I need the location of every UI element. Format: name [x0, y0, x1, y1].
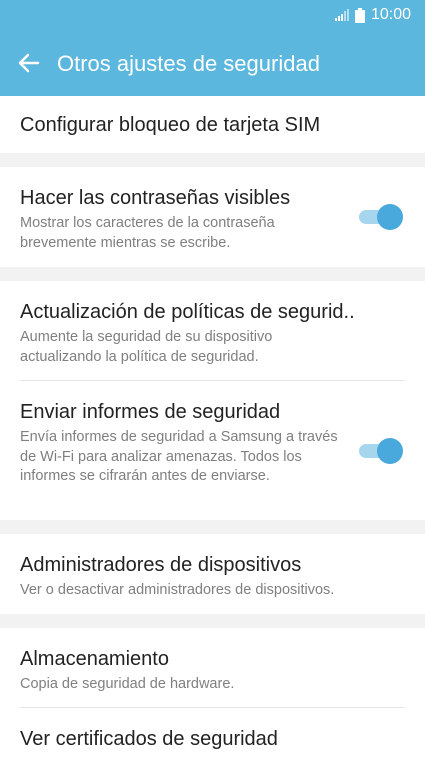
item-title: Hacer las contraseñas visibles	[20, 187, 291, 209]
item-title: Enviar informes de seguridad	[20, 401, 281, 423]
item-title: Actualización de políticas de segurid..	[20, 301, 355, 323]
section-device-admins: Administradores de dispositivos Ver o de…	[0, 534, 425, 614]
item-subtitle: Aumente la seguridad de su dispositivo a…	[20, 329, 273, 365]
item-storage[interactable]: Almacenamiento Copia de seguridad de har…	[0, 628, 425, 707]
status-bar: 10:00	[0, 0, 425, 30]
security-reports-toggle[interactable]	[359, 437, 403, 464]
item-subtitle: Copia de seguridad de hardware.	[20, 676, 235, 692]
status-icons: 10:00	[334, 6, 411, 24]
item-subtitle: Envía informes de seguridad a Samsung a …	[20, 429, 338, 484]
item-subtitle: Ver o desactivar administradores de disp…	[20, 582, 335, 598]
settings-list: Configurar bloqueo de tarjeta SIM Hacer …	[0, 96, 425, 768]
section-sim-lock: Configurar bloqueo de tarjeta SIM	[0, 96, 425, 153]
item-security-certificates[interactable]: Ver certificados de seguridad	[0, 708, 425, 768]
item-security-reports[interactable]: Enviar informes de seguridad Envía infor…	[0, 381, 425, 520]
item-sim-lock[interactable]: Configurar bloqueo de tarjeta SIM	[0, 96, 425, 153]
toggle-thumb	[377, 437, 403, 464]
item-visible-passwords[interactable]: Hacer las contraseñas visibles Mostrar l…	[0, 167, 425, 267]
section-visible-passwords: Hacer las contraseñas visibles Mostrar l…	[0, 167, 425, 267]
arrow-left-icon	[18, 53, 40, 73]
status-time: 10:00	[370, 6, 411, 23]
app-bar: Otros ajustes de seguridad	[0, 30, 425, 96]
visible-passwords-toggle[interactable]	[359, 204, 403, 230]
back-button[interactable]	[12, 46, 46, 80]
battery-icon	[354, 7, 365, 23]
page-title: Otros ajustes de seguridad	[57, 51, 320, 76]
item-title: Almacenamiento	[20, 648, 169, 670]
item-subtitle: Mostrar los caracteres de la contraseña …	[20, 215, 275, 251]
item-title: Administradores de dispositivos	[20, 554, 302, 576]
section-security-updates: Actualización de políticas de segurid.. …	[0, 281, 425, 520]
toggle-thumb	[377, 204, 403, 230]
section-credentials: Almacenamiento Copia de seguridad de har…	[0, 628, 425, 768]
item-title: Ver certificados de seguridad	[20, 728, 278, 750]
item-device-admins[interactable]: Administradores de dispositivos Ver o de…	[0, 534, 425, 614]
item-policy-updates[interactable]: Actualización de políticas de segurid.. …	[0, 281, 425, 380]
signal-bars-icon	[334, 9, 349, 21]
item-title: Configurar bloqueo de tarjeta SIM	[20, 114, 321, 136]
